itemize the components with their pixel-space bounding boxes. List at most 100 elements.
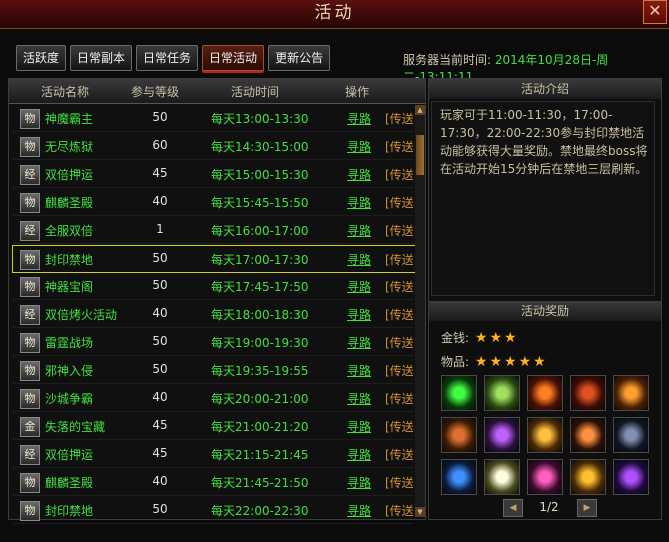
window-title: 活动	[314, 3, 355, 23]
teleport-link[interactable]: [传送]	[385, 278, 413, 295]
table-row[interactable]: 物无尽炼狱 60 每天14:30-15:00 寻路 [传送]	[13, 133, 413, 160]
teleport-link[interactable]: [传送]	[385, 166, 413, 183]
table-row[interactable]: 金失落的宝藏 45 每天21:00-21:20 寻路 [传送]	[13, 413, 413, 440]
pink-flower-icon[interactable]	[527, 459, 563, 495]
teleport-link[interactable]: [传送]	[385, 110, 413, 127]
pathfind-link[interactable]: 寻路	[347, 278, 371, 295]
teleport-link[interactable]: [传送]	[385, 306, 413, 323]
table-row[interactable]: 物神魔霸主 50 每天13:00-13:30 寻路 [传送]	[13, 105, 413, 132]
fire-armor-icon[interactable]	[527, 375, 563, 411]
tab-daily-dungeon[interactable]: 日常副本	[70, 45, 133, 71]
scroll-thumb[interactable]	[416, 135, 424, 175]
activity-name: 麒麟圣殿	[45, 196, 94, 210]
teleport-link[interactable]: [传送]	[385, 362, 413, 379]
green-ring-icon[interactable]	[484, 375, 520, 411]
activity-name: 全服双倍	[45, 224, 94, 238]
close-button[interactable]: ✕	[643, 0, 667, 24]
activity-name: 沙城争霸	[45, 392, 94, 406]
pathfind-link[interactable]: 寻路	[347, 110, 371, 127]
table-row[interactable]: 物封印禁地 50 每天22:00-22:30 寻路 [传送]	[13, 497, 413, 524]
teleport-link[interactable]: [传送]	[385, 334, 413, 351]
activity-time: 每天21:45-21:50	[211, 476, 309, 490]
pathfind-link[interactable]: 寻路	[347, 138, 371, 155]
activity-name: 双倍烤火活动	[45, 308, 118, 322]
table-row[interactable]: 物神器宝阁 50 每天17:45-17:50 寻路 [传送]	[13, 273, 413, 300]
star-icon: ★	[518, 354, 532, 370]
dark-armor-icon[interactable]	[613, 417, 649, 453]
purple-gem-icon[interactable]	[613, 459, 649, 495]
table-row[interactable]: 物麒麟圣殿 40 每天21:45-21:50 寻路 [传送]	[13, 469, 413, 496]
prev-page-button[interactable]: ◀	[503, 499, 523, 517]
table-row[interactable]: 物封印禁地 50 每天17:00-17:30 寻路 [传送]	[12, 245, 416, 273]
col-time: 活动时间	[231, 85, 280, 99]
teleport-link[interactable]: [传送]	[385, 446, 413, 463]
table-row[interactable]: 物沙城争霸 40 每天20:00-21:00 寻路 [传送]	[13, 385, 413, 412]
teleport-link[interactable]: [传送]	[385, 390, 413, 407]
purple-bracelet-icon[interactable]	[484, 417, 520, 453]
next-page-button[interactable]: ▶	[577, 499, 597, 517]
pathfind-link[interactable]: 寻路	[347, 446, 371, 463]
pathfind-link[interactable]: 寻路	[347, 222, 371, 239]
pathfind-link[interactable]: 寻路	[347, 390, 371, 407]
teleport-link[interactable]: [传送]	[385, 474, 413, 491]
col-level: 参与等级	[131, 85, 180, 99]
crown-icon[interactable]	[527, 417, 563, 453]
fire-armor-icon-2[interactable]	[613, 375, 649, 411]
tab-activity[interactable]: 活跃度	[16, 45, 67, 71]
teleport-link[interactable]: [传送]	[385, 251, 413, 268]
pathfind-link[interactable]: 寻路	[347, 334, 371, 351]
pathfind-link[interactable]: 寻路	[347, 166, 371, 183]
activity-time: 每天21:00-21:20	[211, 420, 309, 434]
pathfind-link[interactable]: 寻路	[347, 502, 371, 519]
blue-armor-icon[interactable]	[441, 459, 477, 495]
pathfind-link[interactable]: 寻路	[347, 194, 371, 211]
activity-type-icon: 经	[20, 445, 40, 465]
activity-name: 邪神入侵	[45, 364, 94, 378]
white-pearl-icon[interactable]	[484, 459, 520, 495]
activity-name: 麒麟圣殿	[45, 476, 94, 490]
table-row[interactable]: 经双倍烤火活动 40 每天18:00-18:30 寻路 [传送]	[13, 301, 413, 328]
star-icon: ★	[489, 354, 502, 370]
teleport-link[interactable]: [传送]	[385, 222, 413, 239]
activity-level: 60	[152, 138, 168, 152]
activity-type-icon: 经	[20, 305, 40, 325]
scrollbar[interactable]: ▲ ▼	[415, 105, 425, 517]
reward-pager: ◀ 1/2 ▶	[499, 499, 599, 517]
green-orb-icon[interactable]	[441, 375, 477, 411]
star-icon: ★	[474, 354, 488, 370]
pathfind-link[interactable]: 寻路	[347, 362, 371, 379]
activity-time: 每天13:00-13:30	[211, 112, 309, 126]
tab-daily-events[interactable]: 日常活动	[202, 45, 265, 71]
wing-boots-icon[interactable]	[441, 417, 477, 453]
tab-bar: 活跃度 日常副本 日常任务 日常活动 更新公告	[16, 45, 331, 71]
demon-armor-icon[interactable]	[570, 375, 606, 411]
side-panel: 活动介绍 玩家可于11:00-11:30，17:00-17:30，22:00-2…	[428, 78, 662, 520]
table-row[interactable]: 物雷霆战场 50 每天19:00-19:30 寻路 [传送]	[13, 329, 413, 356]
teleport-link[interactable]: [传送]	[385, 502, 413, 519]
activity-time: 每天19:00-19:30	[211, 336, 309, 350]
table-row[interactable]: 经全服双倍 1 每天16:00-17:00 寻路 [传送]	[13, 217, 413, 244]
activity-type-icon: 物	[20, 109, 40, 129]
server-time-label: 服务器当前时间:	[403, 53, 492, 67]
pathfind-link[interactable]: 寻路	[347, 474, 371, 491]
teleport-link[interactable]: [传送]	[385, 138, 413, 155]
table-row[interactable]: 物麒麟圣殿 40 每天15:45-15:50 寻路 [传送]	[13, 189, 413, 216]
tab-update-notice[interactable]: 更新公告	[268, 45, 331, 71]
activity-level: 50	[152, 362, 168, 376]
table-row[interactable]: 物邪神入侵 50 每天19:35-19:55 寻路 [传送]	[13, 357, 413, 384]
scroll-down-button[interactable]: ▼	[415, 507, 425, 517]
activity-time: 每天15:45-15:50	[211, 196, 309, 210]
sword-icon[interactable]	[570, 417, 606, 453]
activity-table: 活动名称 参与等级 活动时间 操作 物神魔霸主 50 每天13:00-13:30 寻路…	[8, 78, 426, 524]
pathfind-link[interactable]: 寻路	[347, 251, 371, 268]
table-row[interactable]: 经双倍押运 45 每天15:00-15:30 寻路 [传送]	[13, 161, 413, 188]
activity-level: 45	[152, 446, 168, 460]
pathfind-link[interactable]: 寻路	[347, 418, 371, 435]
teleport-link[interactable]: [传送]	[385, 194, 413, 211]
golden-feather-icon[interactable]	[570, 459, 606, 495]
pathfind-link[interactable]: 寻路	[347, 306, 371, 323]
tab-daily-quest[interactable]: 日常任务	[136, 45, 199, 71]
table-row[interactable]: 经双倍押运 45 每天21:15-21:45 寻路 [传送]	[13, 441, 413, 468]
teleport-link[interactable]: [传送]	[385, 418, 413, 435]
scroll-up-button[interactable]: ▲	[415, 105, 425, 115]
